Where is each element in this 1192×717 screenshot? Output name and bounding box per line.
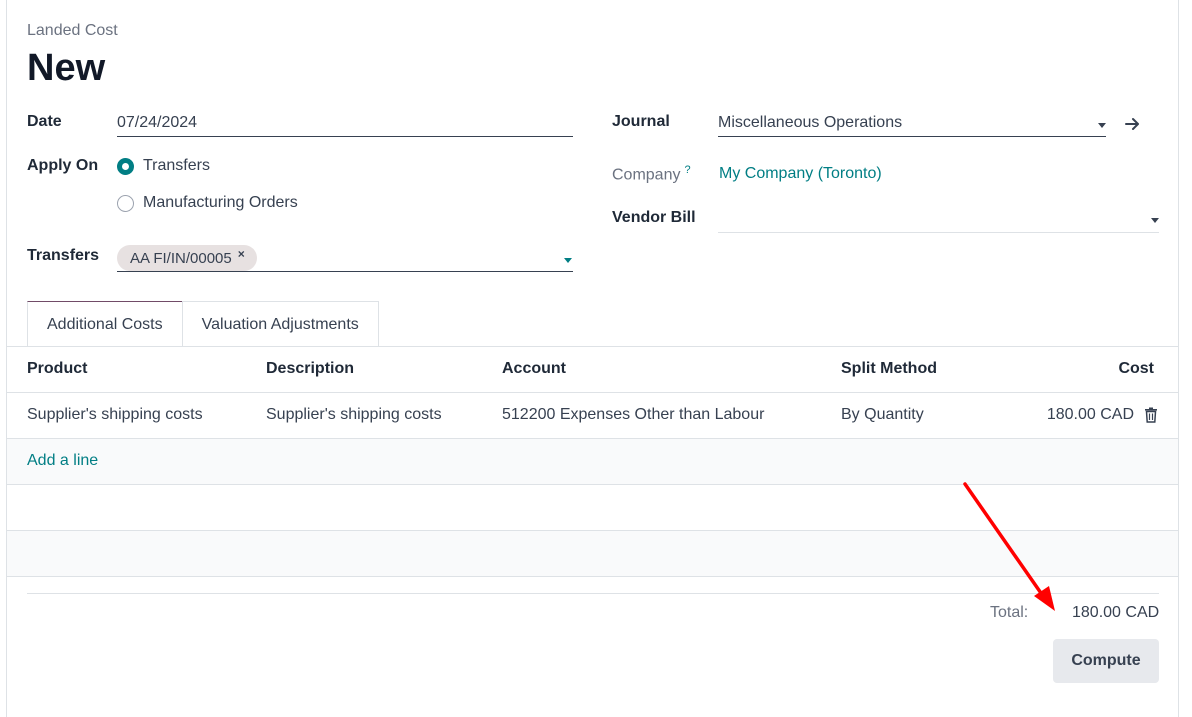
company-link[interactable]: My Company (Toronto) — [719, 165, 882, 183]
column-header-account[interactable]: Account — [502, 360, 566, 378]
breadcrumb[interactable]: Landed Cost — [27, 22, 118, 40]
cell-account[interactable]: 512200 Expenses Other than Labour — [502, 406, 764, 424]
transfer-tag: AA FI/IN/00005 × — [117, 245, 257, 271]
radio-unchecked-icon[interactable] — [117, 194, 134, 212]
company-label: Company? — [612, 164, 691, 184]
column-header-cost[interactable]: Cost — [1118, 360, 1154, 378]
apply-on-label: Apply On — [27, 157, 99, 174]
tab-additional-costs[interactable]: Additional Costs — [27, 301, 183, 347]
company-label-text: Company — [612, 166, 681, 184]
date-field[interactable]: 07/24/2024 — [117, 114, 573, 137]
transfer-tag-label: AA FI/IN/00005 — [130, 249, 232, 267]
cell-split-method[interactable]: By Quantity — [841, 406, 924, 424]
journal-label: Journal — [612, 113, 670, 130]
tag-remove-icon[interactable]: × — [238, 247, 245, 261]
journal-dropdown-icon[interactable] — [1098, 123, 1106, 128]
page-title: New — [27, 47, 106, 89]
transfers-field[interactable] — [117, 271, 573, 272]
vendor-bill-label: Vendor Bill — [612, 209, 696, 226]
total-value: 180.00 CAD — [1072, 604, 1160, 621]
radio-label: Manufacturing Orders — [143, 194, 298, 211]
apply-on-manufacturing-radio[interactable]: Manufacturing Orders — [117, 194, 298, 212]
cell-cost[interactable]: 180.00 CAD — [1047, 406, 1134, 424]
tab-valuation-adjustments[interactable]: Valuation Adjustments — [181, 301, 379, 347]
arrow-right-icon[interactable] — [1123, 114, 1143, 134]
apply-on-transfers-radio[interactable]: Transfers — [117, 157, 210, 175]
annotation-arrow-icon — [963, 482, 1055, 611]
table-row[interactable]: Supplier's shipping costs Supplier's shi… — [7, 393, 1178, 439]
column-header-split-method[interactable]: Split Method — [841, 360, 937, 378]
vendor-bill-select[interactable] — [718, 210, 1159, 233]
trash-icon[interactable] — [1144, 407, 1158, 423]
transfers-dropdown-icon[interactable] — [564, 258, 572, 263]
date-label: Date — [27, 113, 62, 130]
cell-product[interactable]: Supplier's shipping costs — [27, 406, 203, 424]
vendor-bill-dropdown-icon[interactable] — [1151, 218, 1159, 223]
radio-checked-icon[interactable] — [117, 157, 134, 175]
column-header-product[interactable]: Product — [27, 360, 87, 378]
help-icon[interactable]: ? — [684, 164, 690, 176]
transfers-label: Transfers — [27, 247, 100, 264]
column-header-description[interactable]: Description — [266, 360, 354, 378]
journal-select[interactable]: Miscellaneous Operations — [718, 114, 1106, 137]
table-header: Product Description Account Split Method… — [7, 347, 1178, 393]
notebook-tabs: Additional Costs Valuation Adjustments — [27, 301, 379, 347]
cell-description[interactable]: Supplier's shipping costs — [266, 406, 442, 424]
radio-label: Transfers — [143, 157, 210, 174]
add-line-link[interactable]: Add a line — [27, 452, 98, 470]
compute-button[interactable]: Compute — [1053, 639, 1159, 683]
